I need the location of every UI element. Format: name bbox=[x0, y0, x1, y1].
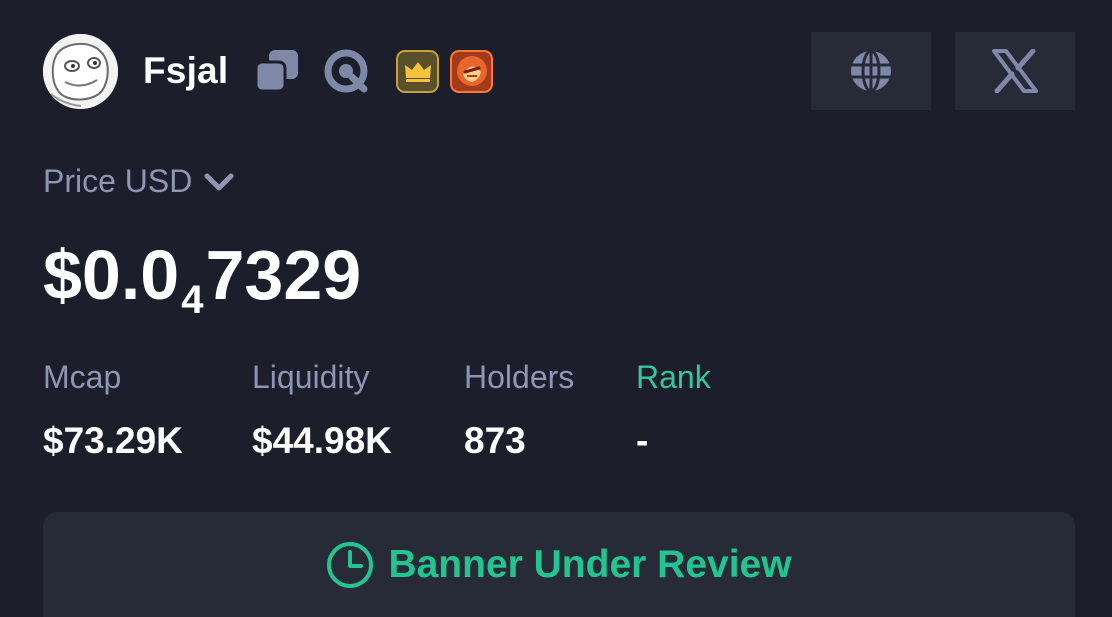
x-twitter-button[interactable] bbox=[955, 32, 1075, 110]
stat-liquidity-value: $44.98K bbox=[252, 420, 392, 461]
stat-rank-value: - bbox=[636, 420, 649, 461]
avatar-image bbox=[43, 33, 118, 109]
copy-icon[interactable] bbox=[254, 48, 300, 94]
scan-icon[interactable] bbox=[322, 47, 370, 95]
stat-holders[interactable]: Holders 873 bbox=[464, 356, 574, 464]
fire-badge-icon[interactable] bbox=[450, 49, 494, 93]
clock-icon bbox=[326, 541, 374, 589]
stat-rank[interactable]: Rank - bbox=[636, 356, 711, 464]
stat-rank-label: Rank bbox=[636, 359, 711, 395]
token-price: $0.047329 bbox=[43, 232, 361, 343]
stat-liquidity: Liquidity $44.98K bbox=[252, 356, 392, 464]
price-prefix: $0.0 bbox=[43, 236, 180, 314]
price-digits: 7329 bbox=[205, 236, 362, 314]
banner-status-text: Banner Under Review bbox=[388, 542, 792, 586]
stat-mcap-label: Mcap bbox=[43, 359, 122, 395]
stat-liquidity-label: Liquidity bbox=[252, 359, 370, 395]
token-avatar[interactable] bbox=[43, 33, 118, 109]
price-label: Price USD bbox=[43, 163, 193, 199]
crown-icon[interactable] bbox=[396, 49, 440, 93]
price-currency-dropdown[interactable]: Price USD bbox=[43, 163, 234, 200]
token-header: Fsjal bbox=[43, 33, 504, 109]
token-name: Fsjal bbox=[143, 50, 229, 91]
price-zero-count: 4 bbox=[181, 278, 204, 322]
globe-icon bbox=[851, 49, 891, 93]
website-button[interactable] bbox=[811, 32, 931, 110]
stat-holders-label: Holders bbox=[464, 359, 575, 395]
stat-mcap: Mcap $73.29K bbox=[43, 356, 183, 464]
stat-holders-value: 873 bbox=[464, 420, 526, 461]
chevron-down-icon bbox=[204, 163, 234, 200]
x-icon bbox=[992, 49, 1038, 93]
banner-review-status: Banner Under Review bbox=[43, 512, 1075, 617]
stat-mcap-value: $73.29K bbox=[43, 420, 183, 461]
